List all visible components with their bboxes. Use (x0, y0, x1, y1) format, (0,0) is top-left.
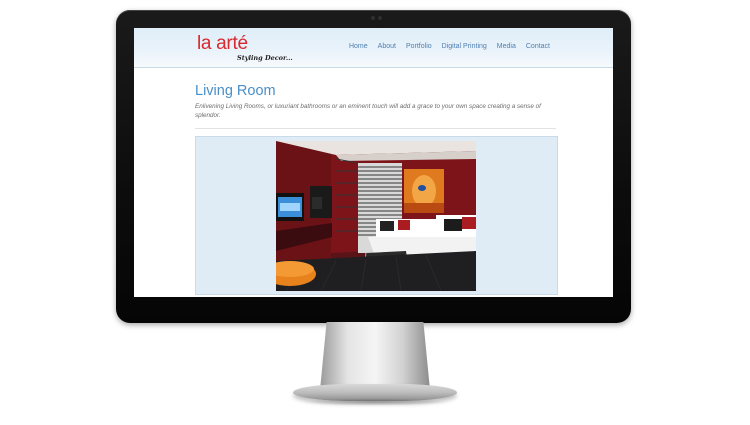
nav-item-about[interactable]: About (378, 43, 396, 50)
page-title: Living Room (195, 83, 276, 99)
nav-item-digital-printing[interactable]: Digital Printing (442, 43, 487, 50)
main-nav: Home About Portfolio Digital Printing Me… (349, 43, 550, 50)
nav-item-media[interactable]: Media (497, 43, 516, 50)
living-room-photo[interactable] (276, 141, 476, 291)
camera-icon (371, 16, 383, 20)
site-header: la arté Styling Decor... Home About Port… (134, 28, 613, 68)
stand-shadow (300, 398, 450, 406)
nav-item-home[interactable]: Home (349, 43, 368, 50)
nav-item-portfolio[interactable]: Portfolio (406, 43, 432, 50)
site-tagline: Styling Decor... (237, 54, 293, 62)
gallery-panel (195, 136, 558, 295)
site-logo[interactable]: la arté (197, 33, 248, 55)
website-screen: la arté Styling Decor... Home About Port… (134, 28, 613, 297)
monitor-stand (320, 322, 430, 390)
nav-item-contact[interactable]: Contact (526, 43, 550, 50)
page-description: Enlivening Living Rooms, or luxuriant ba… (195, 103, 541, 119)
divider (195, 128, 556, 129)
